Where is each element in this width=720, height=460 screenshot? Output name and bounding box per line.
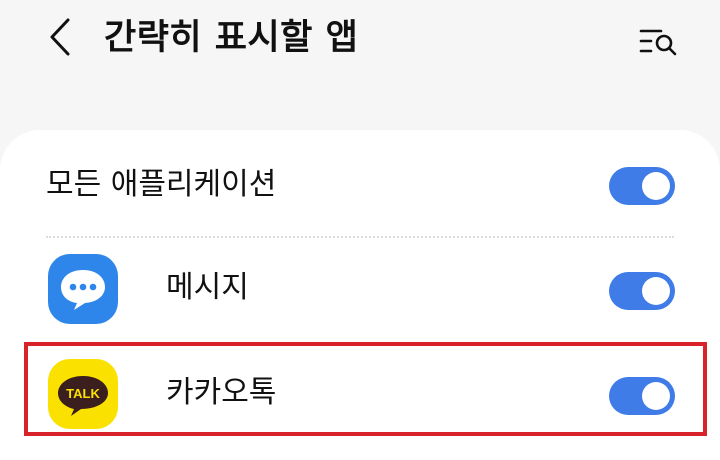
list-search-icon [639, 29, 677, 56]
divider [46, 236, 674, 238]
all-apps-row[interactable]: 모든 애플리케이션 [0, 135, 720, 235]
messages-icon [48, 254, 118, 324]
list-search-button[interactable] [636, 18, 682, 64]
app-row-messages[interactable]: 메시지 [0, 240, 720, 340]
all-apps-toggle[interactable] [609, 167, 675, 205]
toggle-knob [642, 277, 670, 305]
all-apps-label: 모든 애플리케이션 [46, 167, 277, 202]
chevron-left-icon [50, 18, 70, 56]
toggle-knob [642, 172, 670, 200]
app-header: 간략히 표시할 앱 [0, 0, 720, 90]
back-button[interactable] [40, 12, 80, 62]
page-title: 간략히 표시할 앱 [104, 18, 359, 58]
highlight-box [24, 342, 707, 436]
messages-toggle[interactable] [609, 272, 675, 310]
app-label: 메시지 [166, 270, 249, 305]
